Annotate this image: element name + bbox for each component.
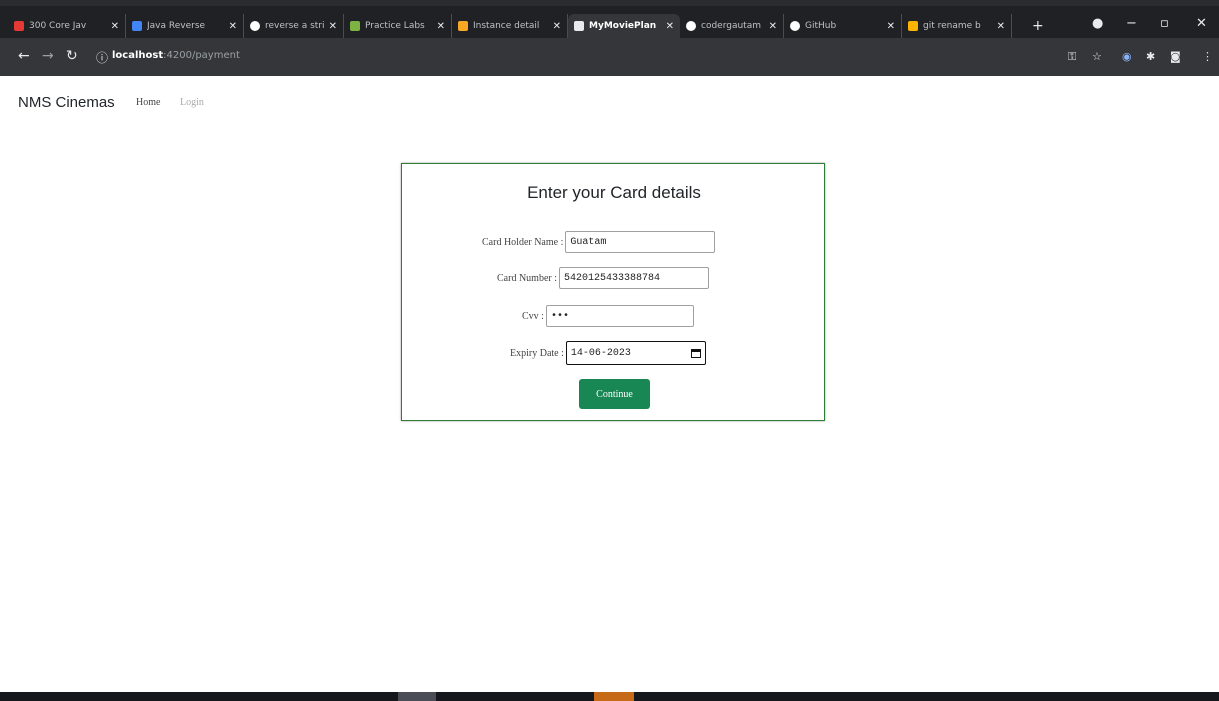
tab-favicon [908,21,918,31]
extension-icon[interactable]: ◉ [1122,50,1132,63]
tab-label: Practice Labs [365,21,425,31]
profile-icon[interactable]: ● [1092,16,1103,31]
url-host: localhost [112,50,164,61]
cvv-input[interactable] [545,305,694,327]
os-taskbar [0,692,1219,701]
back-arrow-icon[interactable]: ← [18,48,30,64]
close-icon[interactable]: ✕ [437,21,445,32]
tab-strip: 300 Core Jav ✕ Java Reverse ✕ reverse a … [8,14,1012,38]
puzzle-icon[interactable]: ✱ [1146,50,1155,63]
forward-arrow-icon[interactable]: → [42,48,54,64]
tab-instance-detail[interactable]: Instance detail ✕ [452,14,568,38]
card-holder-label: Card Holder Name : [482,236,564,248]
card-holder-input[interactable] [565,231,716,253]
expiry-value: 14-06-2023 [570,347,631,359]
tab-favicon [14,21,24,31]
card-holder-row: Card Holder Name : [482,230,716,254]
close-icon[interactable]: ✕ [666,21,674,32]
browser-toolbar: ← → ↻ ⓘ localhost:4200/payment ⚿ ☆ ◉ ✱ ◙… [0,38,1219,76]
close-icon[interactable]: ✕ [229,21,237,32]
star-icon[interactable]: ☆ [1092,50,1102,63]
form-title: Enter your Card details [527,183,701,202]
tab-mymovieplan[interactable]: MyMoviePlan ✕ [568,14,680,38]
angular-icon [574,21,584,31]
tab-java-reverse[interactable]: Java Reverse ✕ [126,14,244,38]
tab-favicon [132,21,142,31]
tab-label: Java Reverse [147,21,206,31]
tab-label: codergautam [701,21,761,31]
tab-favicon [250,21,260,31]
expiry-row: Expiry Date : 14-06-2023 [510,341,706,365]
cvv-row: Cvv : [522,304,694,328]
nav-link-home[interactable]: Home [136,97,160,108]
taskbar-app-active[interactable] [594,692,634,701]
tab-codergautam[interactable]: codergautam ✕ [680,14,784,38]
close-icon[interactable]: ✕ [997,21,1005,32]
tab-label: GitHub [805,21,837,31]
expiry-label: Expiry Date : [510,347,564,359]
menu-dots-icon[interactable]: ⋮ [1202,50,1213,63]
tab-label: Instance detail [473,21,540,31]
tab-reverse-string[interactable]: reverse a strin ✕ [244,14,344,38]
card-number-row: Card Number : [497,266,709,290]
minimize-icon[interactable]: − [1126,16,1137,31]
url-text[interactable]: localhost:4200/payment [112,50,240,61]
tab-core-java[interactable]: 300 Core Jav ✕ [8,14,126,38]
new-tab-plus-icon[interactable]: + [1032,18,1044,34]
taskbar-app[interactable] [398,692,436,701]
tab-github[interactable]: GitHub ✕ [784,14,902,38]
screen-top-strip [0,0,1219,6]
expiry-date-input[interactable]: 14-06-2023 [565,341,706,365]
avatar[interactable]: ◙ [1170,50,1181,63]
browser-tab-bar: 300 Core Jav ✕ Java Reverse ✕ reverse a … [0,0,1219,38]
info-icon[interactable]: ⓘ [96,49,108,66]
card-number-input[interactable] [559,267,709,289]
close-icon[interactable]: ✕ [111,21,119,32]
window-close-icon[interactable]: ✕ [1196,16,1207,31]
url-path: :4200/payment [163,50,240,61]
cvv-label: Cvv : [522,310,544,322]
tab-label: git rename b [923,21,981,31]
tab-favicon [458,21,468,31]
close-icon[interactable]: ✕ [553,21,561,32]
tab-favicon [350,21,360,31]
brand-logo-text[interactable]: NMS Cinemas [18,94,115,111]
tab-label: 300 Core Jav [29,21,87,31]
continue-button[interactable]: Continue [579,379,650,409]
tab-label: reverse a strin [265,21,325,31]
close-icon[interactable]: ✕ [769,21,777,32]
key-icon[interactable]: ⚿ [1068,50,1076,64]
site-navbar: NMS Cinemas Home Login [0,76,1219,130]
card-number-label: Card Number : [497,272,557,284]
close-icon[interactable]: ✕ [887,21,895,32]
nav-link-login[interactable]: Login [180,97,204,108]
maximize-icon[interactable]: ▫ [1160,16,1169,31]
calendar-icon[interactable] [690,348,701,358]
github-icon [790,21,800,31]
reload-icon[interactable]: ↻ [66,48,78,64]
tab-git-rename[interactable]: git rename b ✕ [902,14,1012,38]
tab-label: MyMoviePlan [589,21,657,31]
close-icon[interactable]: ✕ [329,21,337,32]
github-icon [686,21,696,31]
tab-practice-labs[interactable]: Practice Labs ✕ [344,14,452,38]
payment-card: Enter your Card details Card Holder Name… [401,163,825,421]
address-bar[interactable]: ⓘ localhost:4200/payment [92,44,1060,70]
